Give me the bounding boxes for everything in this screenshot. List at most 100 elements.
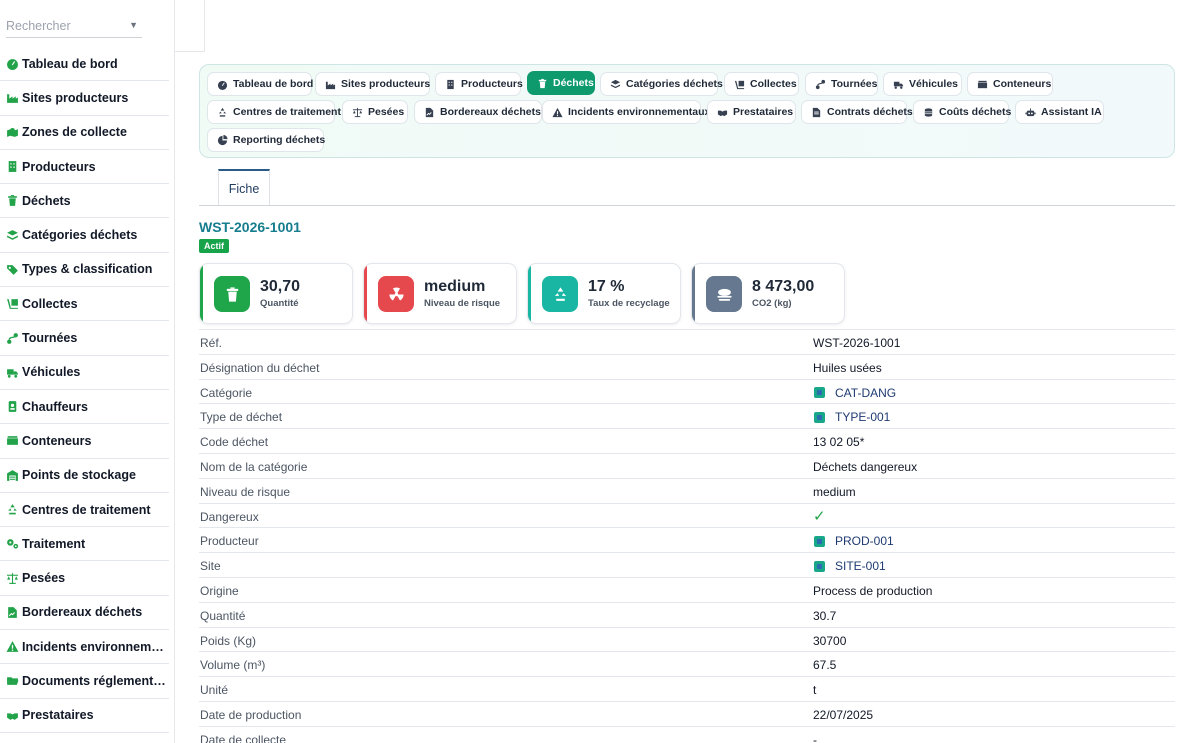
tab-reporting-d-chets[interactable]: Reporting déchets [207,128,325,152]
tab-centres-de-traitement[interactable]: Centres de traitement [207,100,341,124]
sidebar-item-label: Déchets [22,193,71,208]
sidebar-item-pes-es[interactable]: Pesées [0,561,169,596]
tab-d-chets[interactable]: Déchets [527,71,595,95]
tab-prestataires[interactable]: Prestataires [707,100,796,124]
detail-value: WST-2026-1001 [813,336,901,350]
sidebar-item-sites-producteurs[interactable]: Sites producteurs [0,81,169,116]
detail-row: Volume (m³) 67.5 [199,651,1175,676]
sidebar-item-collectes[interactable]: Collectes [0,287,169,322]
search-placeholder: Rechercher [6,19,71,33]
detail-link[interactable]: CAT-DANG [813,386,896,400]
chevron-down-icon[interactable]: ▼ [129,20,138,30]
sidebar-item-cat-gories-d-chets[interactable]: Catégories déchets [0,218,169,253]
tab-conteneurs[interactable]: Conteneurs [967,72,1053,96]
detail-row: Unité t [199,676,1175,701]
sidebar-item-zones-de-collecte[interactable]: Zones de collecte [0,116,169,150]
tab-label: Tournées [831,78,878,90]
sidebar-item-v-hicules[interactable]: Véhicules [0,356,169,390]
detail-link[interactable]: TYPE-001 [813,410,890,424]
sidebar-item-bordereaux-d-chets[interactable]: Bordereaux déchets [0,596,169,631]
sidebar-item-documents-r-glementaires[interactable]: Documents réglementaires [0,664,169,699]
kpi-card: medium Niveau de risque [363,263,517,324]
detail-link-text[interactable]: PROD-001 [835,534,894,548]
detail-value: Huiles usées [813,360,882,375]
sidebar-item-d-chets[interactable]: Déchets [0,184,169,219]
warning-icon [5,640,20,654]
kpi-card: 17 % Taux de recyclage [527,263,681,324]
tab-assistant-ia[interactable]: Assistant IA [1015,100,1104,124]
detail-link[interactable]: PROD-001 [813,534,894,548]
tab-pes-es[interactable]: Pesées [342,100,408,124]
sidebar-item-label: Conteneurs [22,433,92,448]
kpi-accent-bar [528,264,531,323]
sidebar-item-label: Bordereaux déchets [22,605,143,620]
trash-icon [5,194,20,208]
sidebar-item-tourn-es[interactable]: Tournées [0,321,169,356]
sidebar-item-tableau-de-bord[interactable]: Tableau de bord [0,47,169,82]
tab-fiche[interactable]: Fiche [218,169,270,206]
detail-value: medium [813,484,856,499]
gauge-icon [5,57,20,71]
tab-producteurs[interactable]: Producteurs [435,72,523,96]
industry-icon [325,79,336,90]
sidebar-item-label: Points de stockage [22,468,136,483]
record-link-icon[interactable] [814,411,825,423]
file-contract-icon [811,107,822,118]
tab-contrats-d-chets[interactable]: Contrats déchets [801,100,913,124]
detail-link[interactable]: SITE-001 [813,559,886,573]
tab-bordereaux-d-chets[interactable]: Bordereaux déchets [414,100,542,124]
detail-value: 67.5 [813,658,837,673]
sidebar-item-centres-de-traitement[interactable]: Centres de traitement [0,493,169,528]
sidebar-item-types-classification[interactable]: Types & classification [0,253,169,288]
tab-sites-producteurs[interactable]: Sites producteurs [315,72,430,96]
sidebar-item-conteneurs[interactable]: Conteneurs [0,424,169,459]
tab-incidents-environnementaux[interactable]: Incidents environnementaux [542,100,710,124]
sidebar-item-label: Types & classification [22,262,153,277]
truck-icon [5,365,20,379]
tab-v-hicules[interactable]: Véhicules [883,72,962,96]
kpi-value: 17 % [588,278,625,295]
tab-tableau-de-bord[interactable]: Tableau de bord [207,72,313,96]
tab-label: Coûts déchets [939,106,1012,118]
sidebar-item-traitement[interactable]: Traitement [0,527,169,562]
robot-icon [1025,107,1036,118]
detail-link-text[interactable]: CAT-DANG [835,386,896,400]
record-link-icon[interactable] [814,535,825,547]
tab-collectes[interactable]: Collectes [724,72,799,96]
recycle-icon [542,276,578,312]
tab-label: Centres de traitement [233,106,341,118]
sidebar-toggle-area [175,0,205,52]
detail-link-text[interactable]: TYPE-001 [835,410,890,424]
detail-key: Code déchet [200,435,269,450]
tab-label: Sites producteurs [341,78,431,90]
record-link-icon[interactable] [814,387,825,399]
id-badge-icon [5,400,20,414]
detail-link-text[interactable]: SITE-001 [835,559,886,573]
tab-cat-gories-d-chets[interactable]: Catégories déchets [600,72,723,96]
sidebar-item-producteurs[interactable]: Producteurs [0,150,169,185]
radiation-icon [378,276,414,312]
tab-label: Catégories déchets [626,78,723,90]
sidebar-item-prestataires[interactable]: Prestataires [0,699,169,733]
detail-key: Catégorie [200,385,253,400]
sidebar-item-incidents-environnementaux[interactable]: Incidents environnementaux [0,630,169,665]
kpi-label: Quantité [260,298,299,309]
tab-tourn-es[interactable]: Tournées [805,72,878,96]
file-signature-icon [5,605,20,619]
sidebar-search-select[interactable]: Rechercher ▼ [6,16,142,38]
layers-icon [610,79,621,90]
sidebar-item-points-de-stockage[interactable]: Points de stockage [0,459,169,493]
tab-label: Collectes [750,78,797,90]
sidebar-item-label: Traitement [22,536,86,551]
record-link-icon[interactable] [814,560,825,572]
cogs-icon [5,537,20,551]
detail-key: Date de collecte [200,732,287,743]
tab-label: Véhicules [909,78,959,90]
tab-co-ts-d-chets[interactable]: Coûts déchets [913,100,1012,124]
detail-value: - [813,732,817,743]
detail-value: Déchets dangereux [813,459,918,474]
detail-row: Date de production 22/07/2025 [199,700,1175,726]
balance-scale-icon [5,571,20,585]
sidebar-item-chauffeurs[interactable]: Chauffeurs [0,390,169,425]
detail-row: Date de collecte - [199,725,1175,743]
